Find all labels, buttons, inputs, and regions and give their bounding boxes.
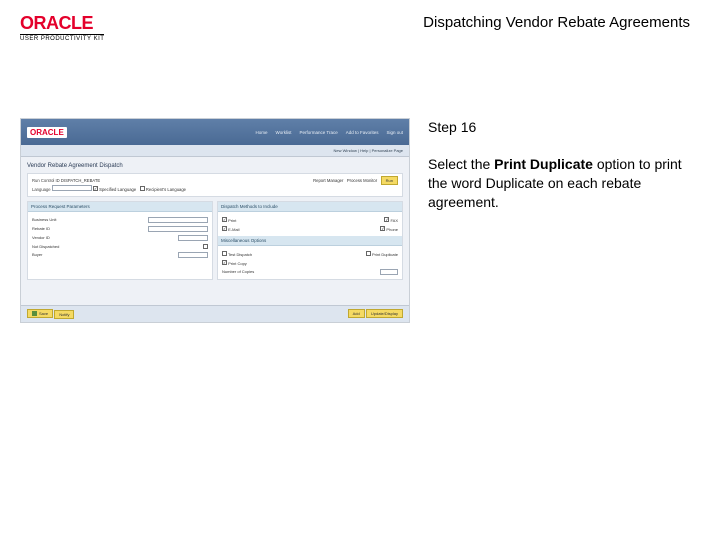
nav-perf[interactable]: Performance Trace <box>299 130 337 135</box>
app-bottom-bar: Save Notify Add Update/Display <box>21 305 409 322</box>
print-duplicate-checkbox[interactable] <box>366 251 371 256</box>
app-logo: ORACLE <box>27 127 67 138</box>
nodisp-label: Not Dispatched <box>32 244 59 249</box>
panel-process-params: Process Request Parameters Business Unit… <box>27 201 213 280</box>
notify-button[interactable]: Notify <box>54 310 74 319</box>
email-checkbox[interactable] <box>222 226 227 231</box>
language-select[interactable] <box>52 185 92 191</box>
spec-lang-label: Specified Language <box>99 187 136 192</box>
buyer-label: Buyer <box>32 252 42 257</box>
report-manager-link[interactable]: Report Manager <box>313 178 343 183</box>
panel-left-title: Process Request Parameters <box>28 202 212 212</box>
add-button[interactable]: Add <box>348 309 365 318</box>
panel-mid-title: Dispatch Methods to Include <box>218 202 402 212</box>
vendor-input[interactable] <box>178 235 208 241</box>
step-label: Step 16 <box>428 118 690 137</box>
run-button[interactable]: Run <box>381 176 398 185</box>
app-nav: Home Worklist Performance Trace Add to F… <box>256 130 403 135</box>
buyer-input[interactable] <box>178 252 208 258</box>
nodisp-checkbox[interactable] <box>203 244 208 249</box>
run-control-area: Run Control ID DISPATCH_REBATE Report Ma… <box>27 173 403 197</box>
fax-checkbox[interactable] <box>384 217 389 222</box>
process-monitor-link[interactable]: Process Monitor <box>347 178 377 183</box>
spec-lang-radio[interactable] <box>93 186 98 191</box>
rec-lang-label: Recipient's Language <box>146 187 186 192</box>
test-dispatch-checkbox[interactable] <box>222 251 227 256</box>
run-control-value: DISPATCH_REBATE <box>61 178 100 183</box>
save-button[interactable]: Save <box>27 309 53 318</box>
phone-checkbox[interactable] <box>380 226 385 231</box>
panel-misc-title: Miscellaneous Options <box>218 236 402 246</box>
language-label: Language <box>32 187 51 192</box>
instruction-text: Select the Print Duplicate option to pri… <box>428 155 690 212</box>
run-control-label: Run Control ID <box>32 178 60 183</box>
page-title: Dispatching Vendor Rebate Agreements <box>423 14 700 31</box>
nav-fav[interactable]: Add to Favorites <box>346 130 379 135</box>
unit-input[interactable] <box>148 217 208 223</box>
nav-signout[interactable]: Sign out <box>386 130 403 135</box>
nav-worklist[interactable]: Worklist <box>276 130 292 135</box>
unit-label: Business Unit <box>32 217 56 222</box>
phone-label: Phone <box>386 227 398 232</box>
copies-label: Number of Copies <box>222 269 254 274</box>
fax-label: FAX <box>390 218 398 223</box>
page-header: ORACLE USER PRODUCTIVITY KIT Dispatching… <box>0 0 720 48</box>
test-label: Test Dispatch <box>228 252 252 257</box>
page-sub-links: New Window | Help | Personalize Page <box>21 145 409 157</box>
app-screenshot: ORACLE Home Worklist Performance Trace A… <box>20 118 410 323</box>
app-page-title: Vendor Rebate Agreement Dispatch <box>27 163 123 169</box>
print-label: Print <box>228 218 236 223</box>
panels-row: Process Request Parameters Business Unit… <box>21 201 409 280</box>
panel-dispatch-methods: Dispatch Methods to Include Print FAX E-… <box>217 201 403 280</box>
rec-lang-radio[interactable] <box>140 186 145 191</box>
content-row: ORACLE Home Worklist Performance Trace A… <box>0 48 720 323</box>
dup-label: Print Duplicate <box>372 252 398 257</box>
app-page-head: Vendor Rebate Agreement Dispatch <box>21 157 409 171</box>
rebate-input[interactable] <box>148 226 208 232</box>
rebate-label: Rebate ID <box>32 226 50 231</box>
update-button[interactable]: Update/Display <box>366 309 403 318</box>
copy-label: Print Copy <box>228 261 247 266</box>
email-label: E-Mail <box>228 227 239 232</box>
print-checkbox[interactable] <box>222 217 227 222</box>
brand-logo: ORACLE <box>20 14 104 32</box>
save-icon <box>32 311 37 316</box>
copies-input[interactable] <box>380 269 398 275</box>
brand-subtitle: USER PRODUCTIVITY KIT <box>20 34 104 42</box>
print-copy-checkbox[interactable] <box>222 260 227 265</box>
brand-block: ORACLE USER PRODUCTIVITY KIT <box>20 14 104 42</box>
nav-home[interactable]: Home <box>256 130 268 135</box>
vendor-label: Vendor ID <box>32 235 50 240</box>
instruction-bold: Print Duplicate <box>494 156 593 172</box>
page-sub[interactable]: New Window | Help | Personalize Page <box>334 148 403 153</box>
instruction-panel: Step 16 Select the Print Duplicate optio… <box>428 118 700 323</box>
app-topbar: ORACLE Home Worklist Performance Trace A… <box>21 119 409 145</box>
